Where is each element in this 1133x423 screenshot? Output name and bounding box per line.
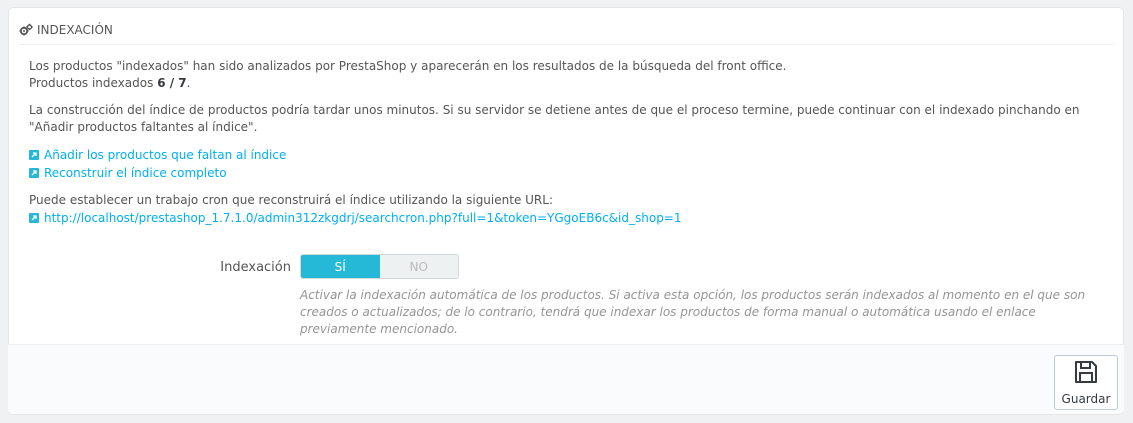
indexed-count: 6 / 7 [157,76,187,90]
save-button[interactable]: Guardar [1054,355,1118,410]
save-button-label[interactable]: Guardar [1062,392,1111,406]
external-link-icon [29,150,39,160]
indexing-help-text: Activar la indexación automática de los … [300,288,1086,336]
cron-url-link[interactable]: http://localhost/prestashop_1.7.1.0/admi… [29,209,1103,227]
indexed-description: Los productos "indexados" han sido anali… [29,59,787,73]
rebuild-index-link-label[interactable]: Reconstruir el índice completo [44,165,227,182]
add-missing-link[interactable]: Añadir los productos que faltan al índic… [29,146,1103,164]
indexing-yes-option[interactable]: SÍ [301,255,380,278]
save-icon [1073,359,1099,388]
cron-url-label[interactable]: http://localhost/prestashop_1.7.1.0/admi… [44,210,682,227]
indexing-no-option[interactable]: NO [380,255,459,278]
external-link-icon [29,213,39,223]
add-missing-link-label[interactable]: Añadir los productos que faltan al índic… [44,147,286,164]
indexed-count-suffix: . [186,76,191,90]
panel-heading: INDEXACIÓN [19,16,1113,45]
panel-footer: Guardar [8,344,1124,414]
indexing-toggle[interactable]: SÍ NO [300,254,459,279]
external-link-icon [29,168,39,178]
cron-description: Puede establecer un trabajo cron que rec… [29,193,553,207]
indexing-label: Indexación [220,260,291,275]
cogs-icon [19,23,33,37]
indexed-count-label: Productos indexados [29,76,158,90]
rebuild-description: La construcción del índice de productos … [29,103,1080,134]
rebuild-index-link[interactable]: Reconstruir el índice completo [29,164,1103,182]
panel-content: Los productos "indexados" han sido anali… [29,58,1103,227]
indexed-count-line: Productos indexados 6 / 7. [29,75,1103,92]
panel-title: INDEXACIÓN [37,23,113,37]
